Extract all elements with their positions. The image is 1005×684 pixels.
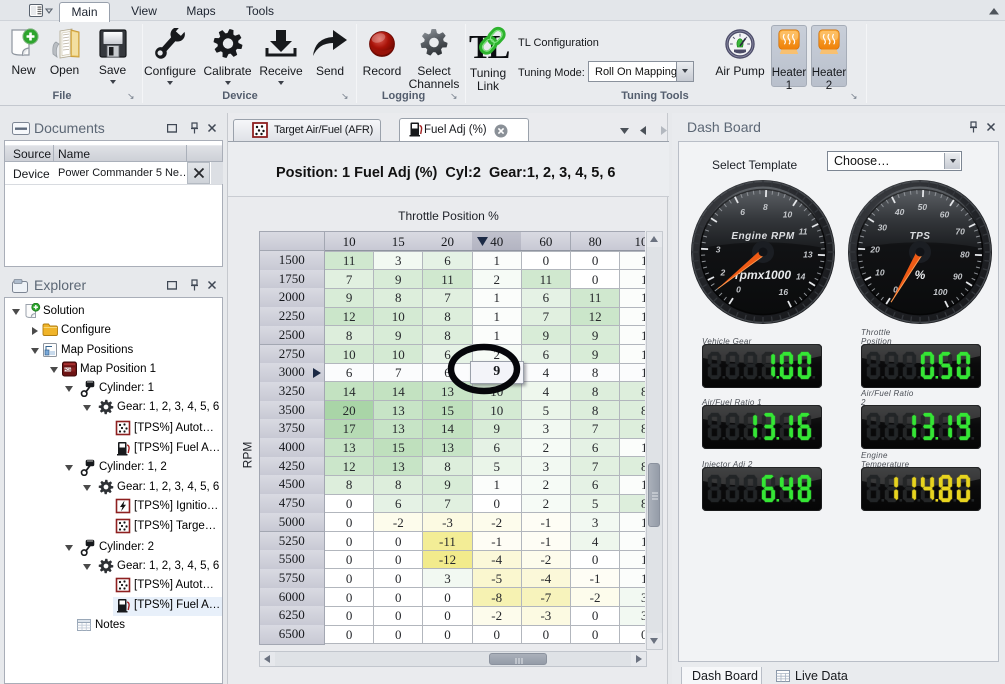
svg-text:8: 8 bbox=[763, 202, 768, 212]
svg-text:90: 90 bbox=[953, 272, 963, 282]
svg-text:Engine RPM: Engine RPM bbox=[731, 231, 795, 242]
svg-text:2: 2 bbox=[720, 267, 726, 277]
svg-text:PCV: PCV bbox=[64, 368, 72, 372]
svg-text:0: 0 bbox=[736, 285, 741, 295]
svg-text:14: 14 bbox=[796, 272, 806, 282]
svg-text:11: 11 bbox=[799, 227, 808, 237]
svg-text:60: 60 bbox=[940, 209, 950, 219]
svg-text:3: 3 bbox=[716, 245, 721, 255]
svg-text:40: 40 bbox=[894, 207, 905, 217]
svg-text:10: 10 bbox=[783, 209, 793, 219]
svg-text:%: % bbox=[915, 268, 926, 282]
svg-text:10: 10 bbox=[875, 267, 885, 277]
svg-text:80: 80 bbox=[960, 249, 970, 259]
svg-text:100: 100 bbox=[933, 287, 947, 297]
svg-text:70: 70 bbox=[955, 227, 965, 237]
svg-text:13: 13 bbox=[803, 249, 813, 259]
svg-text:TPS: TPS bbox=[910, 231, 931, 242]
svg-text:6: 6 bbox=[740, 207, 745, 217]
svg-text:16: 16 bbox=[779, 287, 789, 297]
svg-text:20: 20 bbox=[869, 245, 880, 255]
svg-text:30: 30 bbox=[878, 223, 888, 233]
svg-text:50: 50 bbox=[918, 202, 928, 212]
